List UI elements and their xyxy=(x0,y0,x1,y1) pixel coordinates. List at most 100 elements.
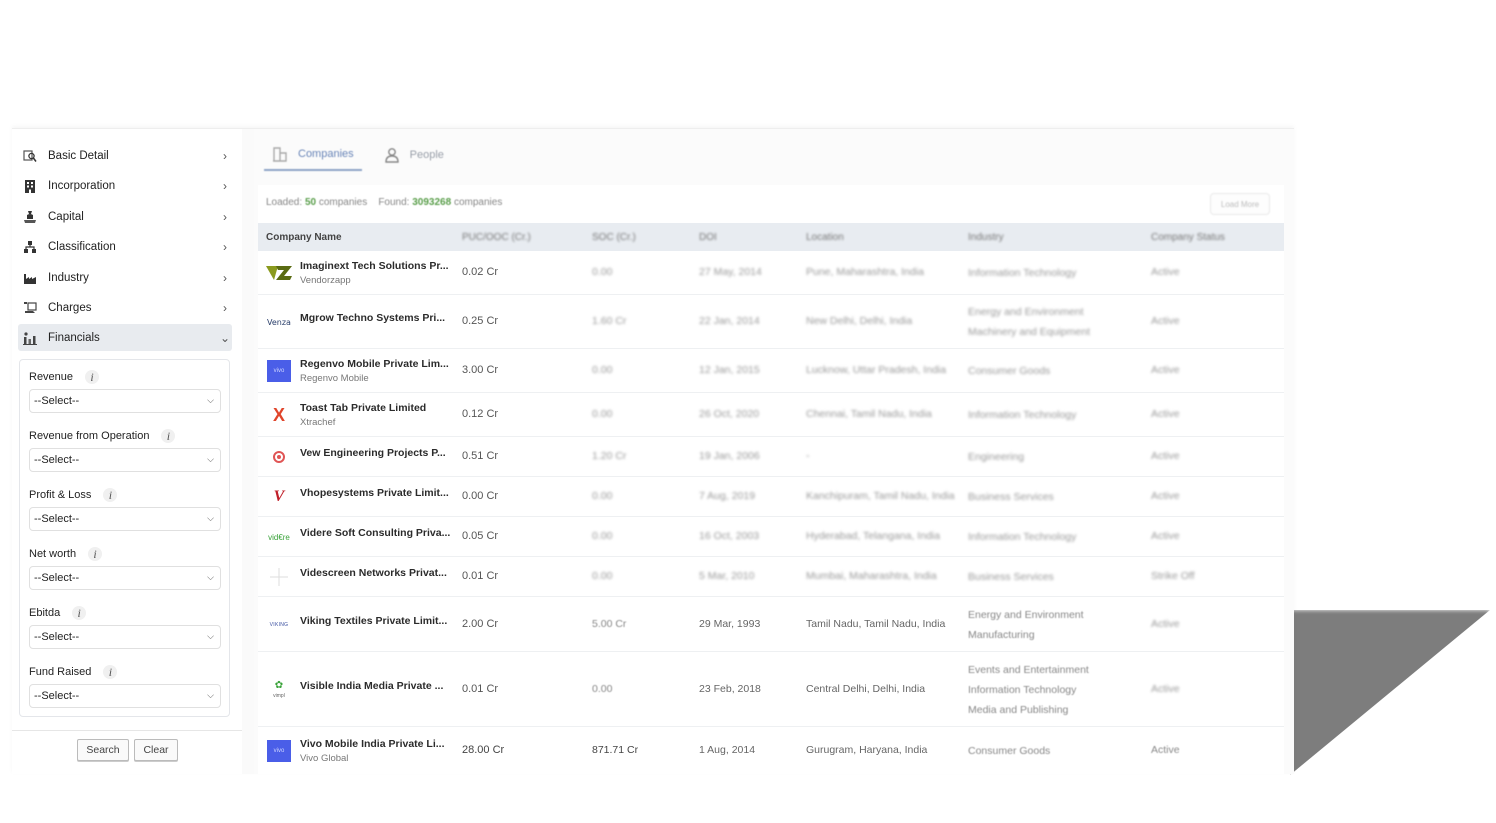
company-name-link[interactable]: Mgrow Techno Systems Pri... xyxy=(300,312,445,324)
chevron-down-icon: ⌵ xyxy=(207,513,214,523)
tab-people[interactable]: People xyxy=(376,139,452,171)
company-name-link[interactable]: Vivo Mobile India Private Li... xyxy=(300,738,445,750)
table-row[interactable]: Vew Engineering Projects P... 0.51 Cr 1.20… xyxy=(258,437,1284,477)
column-header-company-name[interactable]: Company Name xyxy=(266,232,342,243)
doi-value: 5 Mar, 2010 xyxy=(699,570,755,582)
column-header-soc[interactable]: SOC (Cr.) xyxy=(592,232,636,243)
table-row[interactable]: Venza Mgrow Techno Systems Pri... 0.25 Cr 1… xyxy=(258,295,1284,349)
column-header-doi[interactable]: DOI xyxy=(699,232,717,243)
status-value: Active xyxy=(1151,490,1180,502)
tab-companies[interactable]: Companies xyxy=(264,139,362,171)
location-value: Pune, Maharashtra, India xyxy=(806,266,924,278)
doi-value: 22 Jan, 2014 xyxy=(699,315,760,327)
table-row[interactable]: vivo Vivo Mobile India Private Li... Vivo … xyxy=(258,727,1284,774)
info-icon[interactable]: i xyxy=(85,370,100,384)
sidebar-item-financials[interactable]: Financials ⌄ xyxy=(18,324,232,351)
net-worth-select[interactable]: --Select-- ⌵ xyxy=(29,566,221,590)
load-more-button[interactable]: Load More xyxy=(1210,193,1270,215)
industry-tag: Energy and Environment xyxy=(968,306,1084,318)
company-name-link[interactable]: Imaginext Tech Solutions Pr... xyxy=(300,260,449,272)
fund-raised-select[interactable]: --Select-- ⌵ xyxy=(29,684,221,708)
puc-value: 0.02 Cr xyxy=(462,266,499,278)
industry-tag: Information Technology xyxy=(968,683,1077,696)
column-header-industry[interactable]: Industry xyxy=(968,232,1004,243)
table-row[interactable]: vivo Regenvo Mobile Private Lim... Regenvo… xyxy=(258,349,1284,393)
company-name-link[interactable]: Toast Tab Private Limited xyxy=(300,402,426,414)
company-name-link[interactable]: Vew Engineering Projects P... xyxy=(300,447,446,459)
company-name-link[interactable]: Vhopesystems Private Limit... xyxy=(300,487,449,499)
sidebar-item-industry[interactable]: Industry › xyxy=(18,265,232,291)
sidebar-item-incorporation[interactable]: Incorporation › xyxy=(18,173,232,199)
industry-value: Energy and Environment Manufacturing xyxy=(968,605,1084,645)
chevron-right-icon: › xyxy=(223,210,227,224)
industry-value: Business Services xyxy=(968,487,1054,507)
chevron-down-icon: ⌵ xyxy=(207,454,214,464)
financials-filter-panel: Revenue i --Select-- ⌵ Revenue from Operat… xyxy=(19,359,230,717)
chevron-right-icon: › xyxy=(223,179,227,193)
industry-value: Information Technology xyxy=(968,527,1076,547)
puc-value: 0.01 Cr xyxy=(462,570,499,582)
chevron-down-icon: ⌄ xyxy=(219,330,231,345)
industry-tag: Information Technology xyxy=(968,409,1077,421)
chevron-right-icon: › xyxy=(223,240,227,254)
company-name-link[interactable]: Videre Soft Consulting Priva... xyxy=(300,527,450,539)
industry-tag: Engineering xyxy=(968,451,1025,463)
table-row[interactable]: Videscreen Networks Privat... 0.01 Cr 0.00… xyxy=(258,557,1284,597)
screenshot-stage: Basic Detail › Incorporation › Capital › xyxy=(0,0,1496,823)
info-icon[interactable]: i xyxy=(103,488,118,502)
revenue-from-operation-select[interactable]: --Select-- ⌵ xyxy=(29,448,221,472)
chevron-right-icon: › xyxy=(223,149,227,163)
sidebar-item-label: Capital xyxy=(48,211,84,223)
company-name-link[interactable]: Regenvo Mobile Private Lim... xyxy=(300,358,449,370)
column-header-puc[interactable]: PUC/OOC (Cr.) xyxy=(462,232,531,243)
industry-value: Engineering xyxy=(968,447,1024,467)
soc-value: 0.00 xyxy=(592,364,613,376)
company-name-link[interactable]: Videscreen Networks Privat... xyxy=(300,567,447,579)
company-logo: ✿ vimpl xyxy=(273,679,285,699)
info-icon[interactable]: i xyxy=(88,547,103,561)
table-row[interactable]: X Toast Tab Private Limited Xtrachef 0.12 C… xyxy=(258,393,1284,437)
table-row[interactable]: Imaginext Tech Solutions Pr... Vendorzapp… xyxy=(258,251,1284,295)
company-name-link[interactable]: Viking Textiles Private Limit... xyxy=(300,615,447,627)
hierarchy-icon xyxy=(22,239,38,255)
info-icon[interactable]: i xyxy=(72,606,87,620)
location-value: Kanchipuram, Tamil Nadu, India xyxy=(806,490,955,502)
company-logo: VIKING xyxy=(269,621,289,628)
column-header-location[interactable]: Location xyxy=(806,232,844,243)
soc-value: 5.00 Cr xyxy=(592,617,627,630)
industry-tag: Machinery and Equipment xyxy=(968,326,1090,338)
chevron-right-icon: › xyxy=(223,301,227,315)
clear-button[interactable]: Clear xyxy=(134,739,178,761)
ebitda-select[interactable]: --Select-- ⌵ xyxy=(29,625,221,649)
industry-value: Energy and Environment Machinery and Equi… xyxy=(968,302,1090,342)
info-icon[interactable]: i xyxy=(161,429,176,443)
search-button[interactable]: Search xyxy=(77,739,129,761)
location-value: Chennai, Tamil Nadu, India xyxy=(806,408,932,420)
sidebar-item-label: Classification xyxy=(48,241,116,253)
soc-value: 0.00 xyxy=(592,408,613,420)
table-row[interactable]: vid€re Videre Soft Consulting Priva... 0.0… xyxy=(258,517,1284,557)
charges-icon xyxy=(22,300,38,316)
status-value: Active xyxy=(1151,617,1180,630)
info-icon[interactable]: i xyxy=(103,665,118,679)
revenue-select[interactable]: --Select-- ⌵ xyxy=(29,389,221,413)
soc-value: 0.00 xyxy=(592,530,613,542)
puc-value: 0.05 Cr xyxy=(462,530,499,542)
company-name-link[interactable]: Visible India Media Private ... xyxy=(300,680,443,692)
column-header-status[interactable]: Company Status xyxy=(1151,232,1225,243)
sidebar-item-charges[interactable]: Charges › xyxy=(18,295,232,321)
results-summary: Loaded: 50 companies Found: 3093268 comp… xyxy=(266,197,503,208)
company-logo: vid€re xyxy=(268,532,290,542)
sidebar-item-capital[interactable]: Capital › xyxy=(18,204,232,230)
status-value: Active xyxy=(1151,682,1180,695)
building-outline-icon xyxy=(272,146,288,162)
money-hand-icon xyxy=(22,209,38,225)
industry-tag: Energy and Environment xyxy=(968,608,1084,621)
table-row[interactable]: VIKING Viking Textiles Private Limit... 2.… xyxy=(258,597,1284,652)
table-row[interactable]: ✿ vimpl Visible India Media Private ... 0.0… xyxy=(258,652,1284,727)
profit-loss-select[interactable]: --Select-- ⌵ xyxy=(29,507,221,531)
table-row[interactable]: V Vhopesystems Private Limit... 0.00 Cr 0.0… xyxy=(258,477,1284,517)
industry-tag: Information Technology xyxy=(968,267,1077,279)
sidebar-item-classification[interactable]: Classification › xyxy=(18,234,232,260)
sidebar-item-basic-detail[interactable]: Basic Detail › xyxy=(18,143,232,169)
